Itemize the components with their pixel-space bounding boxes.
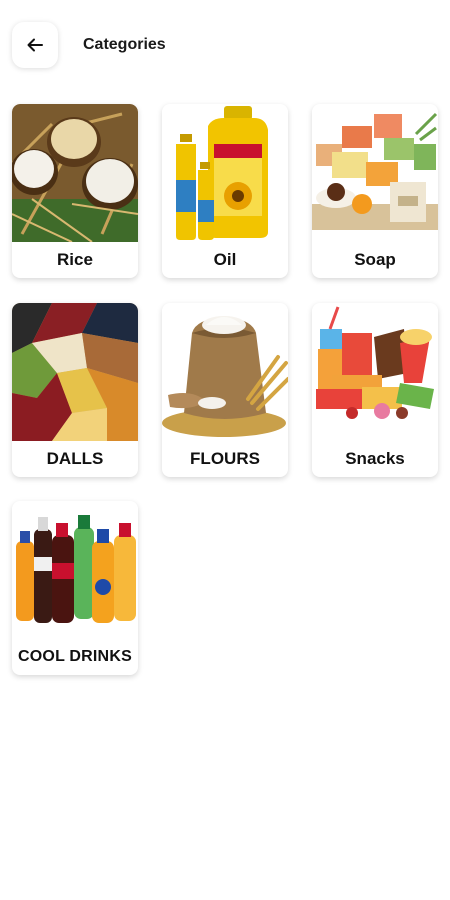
cool-drinks-image: [12, 501, 138, 639]
category-card-flours[interactable]: FLOURS: [162, 303, 288, 477]
category-label: COOL DRINKS: [18, 648, 132, 665]
category-card-oil[interactable]: Oil: [162, 104, 288, 278]
category-label: Rice: [57, 250, 93, 269]
category-card-cool-drinks[interactable]: COOL DRINKS: [12, 501, 138, 675]
soap-bars-image: [312, 104, 438, 242]
category-label: Snacks: [345, 449, 405, 468]
category-card-soap[interactable]: Soap: [312, 104, 438, 278]
oil-bottles-image: [162, 104, 288, 242]
category-card-dalls[interactable]: DALLS: [12, 303, 138, 477]
snacks-image: [312, 303, 438, 441]
category-label: Soap: [354, 250, 396, 269]
category-label: FLOURS: [190, 449, 260, 468]
category-card-rice[interactable]: Rice: [12, 104, 138, 278]
rice-bowls-image: [12, 104, 138, 242]
category-card-snacks[interactable]: Snacks: [312, 303, 438, 477]
category-label: DALLS: [46, 449, 104, 468]
category-label: Oil: [213, 250, 237, 269]
dals-pulses-image: [12, 303, 138, 441]
flour-sack-image: [162, 303, 288, 441]
category-grid: Rice Oil Soap DALLS FLOURS Snacks COOL D…: [0, 0, 450, 900]
